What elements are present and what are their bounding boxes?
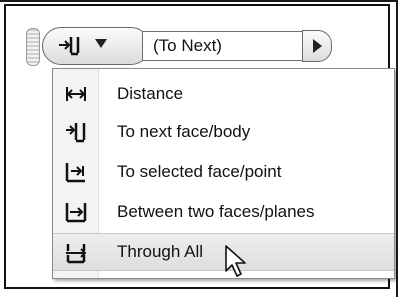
- menu-item-label: Between two faces/planes: [117, 202, 315, 221]
- menu-item-label: To next face/body: [117, 122, 251, 141]
- menu-item-label: Through All: [117, 242, 203, 261]
- menu-item-label: Distance: [117, 84, 184, 103]
- menu-item-to-next[interactable]: To next face/body: [53, 113, 394, 151]
- frame-top-line: [0, 0, 398, 2]
- menu-item-between[interactable]: Between two faces/planes: [53, 193, 394, 231]
- triangle-right-icon: [313, 39, 322, 53]
- through-all-icon: [65, 242, 87, 264]
- extent-type-button[interactable]: [42, 27, 150, 65]
- to-next-icon: [65, 121, 87, 143]
- distance-icon: [65, 83, 87, 105]
- next-button[interactable]: [302, 30, 332, 62]
- menu-item-distance[interactable]: Distance: [53, 75, 394, 113]
- toolbar-grip-handle[interactable]: [26, 28, 40, 66]
- menu-item-label: To selected face/point: [117, 162, 282, 181]
- menu-item-to-selected[interactable]: To selected face/point: [53, 153, 394, 191]
- extent-value-field[interactable]: (To Next): [142, 31, 304, 61]
- arrow-cursor-icon: [224, 244, 254, 280]
- chevron-down-icon[interactable]: [95, 39, 107, 48]
- to-selected-icon: [65, 161, 87, 183]
- between-icon: [65, 201, 87, 223]
- to-next-icon: [57, 35, 83, 59]
